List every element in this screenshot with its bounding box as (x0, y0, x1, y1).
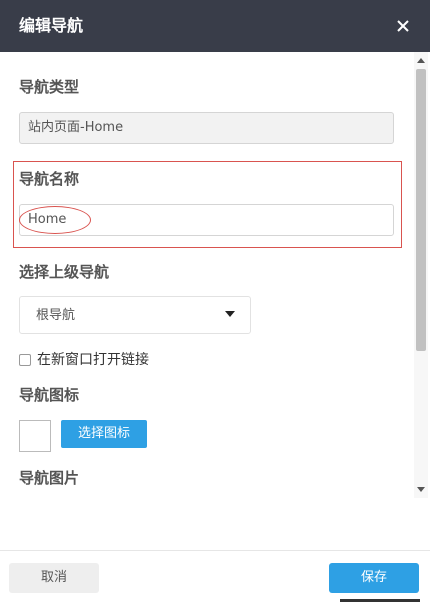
parent-nav-select[interactable]: 根导航 (19, 296, 251, 334)
scroll-down-icon[interactable] (417, 487, 425, 492)
parent-nav-selected-value: 根导航 (36, 308, 76, 323)
dialog-header: 编辑导航 (0, 0, 430, 52)
close-icon (397, 20, 409, 32)
choose-icon-button[interactable]: 选择图标 (61, 420, 147, 448)
nav-name-ellipse-annotation (19, 206, 91, 234)
nav-icon-label: 导航图标 (19, 386, 80, 404)
open-new-window-label: 在新窗口打开链接 (37, 352, 149, 368)
parent-nav-label: 选择上级导航 (19, 263, 110, 281)
nav-name-label: 导航名称 (19, 170, 80, 188)
nav-type-label: 导航类型 (19, 78, 80, 96)
caret-down-icon (225, 311, 235, 317)
nav-icon-preview (19, 420, 51, 452)
dialog-body[interactable]: 导航类型 站内页面-Home 导航名称 Home 选择上级导航 根导航 在新窗口… (0, 52, 430, 498)
open-new-window-checkbox[interactable] (19, 354, 31, 366)
dialog-title: 编辑导航 (19, 16, 84, 35)
cancel-button[interactable]: 取消 (9, 563, 99, 593)
scroll-thumb[interactable] (416, 69, 426, 351)
dialog-footer: 取消 保存 (0, 550, 430, 602)
nav-image-label: 导航图片 (19, 469, 80, 487)
open-new-window-row[interactable]: 在新窗口打开链接 (19, 350, 149, 370)
close-button[interactable] (390, 13, 416, 39)
edit-navigation-dialog: 编辑导航 导航类型 站内页面-Home 导航名称 Home 选择上级导航 根导航… (0, 0, 430, 602)
scrollbar[interactable] (414, 52, 428, 498)
nav-type-field: 站内页面-Home (19, 112, 394, 144)
scroll-up-icon[interactable] (417, 58, 425, 63)
save-button[interactable]: 保存 (329, 563, 419, 593)
